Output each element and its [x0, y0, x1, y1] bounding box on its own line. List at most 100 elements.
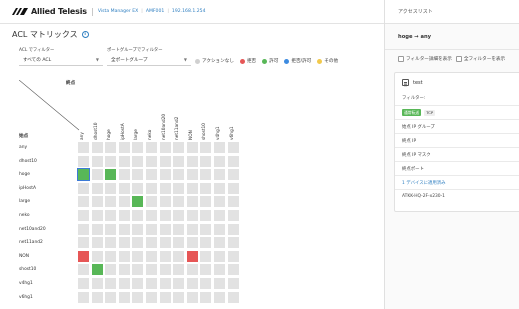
breadcrumb-product[interactable]: Vista Manager EX — [98, 9, 138, 14]
matrix-cell[interactable] — [185, 249, 199, 263]
matrix-cell[interactable] — [172, 168, 186, 182]
matrix-cell[interactable] — [158, 277, 172, 290]
matrix-cell[interactable] — [213, 141, 226, 154]
matrix-cell[interactable] — [226, 249, 240, 263]
matrix-cell[interactable] — [117, 263, 131, 277]
matrix-cell[interactable] — [185, 141, 199, 154]
matrix-cell[interactable] — [158, 263, 172, 277]
matrix-cell[interactable] — [131, 168, 145, 182]
matrix-cell[interactable] — [131, 141, 145, 154]
matrix-cell[interactable] — [104, 277, 118, 290]
matrix-cell[interactable] — [104, 263, 118, 277]
matrix-cell[interactable] — [158, 209, 172, 222]
matrix-cell[interactable] — [172, 290, 186, 304]
matrix-cell[interactable] — [213, 236, 226, 250]
breadcrumb-device[interactable]: AMF001 — [146, 9, 165, 14]
matrix-cell[interactable] — [158, 195, 172, 209]
matrix-cell[interactable] — [226, 195, 240, 209]
matrix-cell[interactable] — [104, 154, 118, 168]
matrix-cell[interactable] — [158, 181, 172, 195]
matrix-cell[interactable] — [131, 263, 145, 277]
matrix-cell[interactable] — [131, 195, 145, 209]
matrix-cell[interactable] — [185, 222, 199, 236]
acl-filter-select[interactable]: すべての ACL ▼ — [19, 54, 103, 66]
matrix-cell[interactable] — [104, 249, 118, 263]
matrix-cell[interactable] — [77, 277, 90, 290]
matrix-cell[interactable] — [131, 249, 145, 263]
matrix-cell[interactable] — [199, 154, 213, 168]
matrix-cell[interactable] — [117, 195, 131, 209]
matrix-cell[interactable] — [90, 209, 104, 222]
matrix-cell[interactable] — [172, 222, 186, 236]
matrix-cell[interactable] — [172, 181, 186, 195]
matrix-cell[interactable] — [226, 181, 240, 195]
matrix-cell[interactable] — [185, 154, 199, 168]
matrix-cell[interactable] — [158, 290, 172, 304]
matrix-cell[interactable] — [199, 168, 213, 182]
matrix-cell[interactable] — [213, 277, 226, 290]
matrix-cell[interactable] — [199, 249, 213, 263]
matrix-cell[interactable] — [117, 141, 131, 154]
matrix-cell[interactable] — [77, 168, 90, 182]
show-filter-detail-checkbox[interactable] — [398, 56, 404, 62]
matrix-cell[interactable] — [117, 168, 131, 182]
matrix-cell[interactable] — [199, 290, 213, 304]
matrix-cell[interactable] — [90, 263, 104, 277]
applied-devices-link[interactable]: 1 デバイスに適用済み — [395, 175, 519, 189]
matrix-cell[interactable] — [104, 209, 118, 222]
matrix-cell[interactable] — [213, 290, 226, 304]
port-group-filter-select[interactable]: 全ポートグループ ▼ — [107, 54, 191, 66]
matrix-cell[interactable] — [117, 154, 131, 168]
matrix-cell[interactable] — [90, 141, 104, 154]
matrix-cell[interactable] — [90, 290, 104, 304]
matrix-cell[interactable] — [145, 222, 158, 236]
matrix-cell[interactable] — [185, 277, 199, 290]
matrix-cell[interactable] — [226, 168, 240, 182]
matrix-cell[interactable] — [77, 263, 90, 277]
matrix-cell[interactable] — [77, 290, 90, 304]
matrix-cell[interactable] — [90, 181, 104, 195]
matrix-cell[interactable] — [213, 263, 226, 277]
matrix-cell[interactable] — [172, 277, 186, 290]
matrix-cell[interactable] — [199, 209, 213, 222]
matrix-cell[interactable] — [158, 141, 172, 154]
matrix-cell[interactable] — [172, 141, 186, 154]
matrix-cell[interactable] — [90, 154, 104, 168]
matrix-cell[interactable] — [226, 154, 240, 168]
matrix-cell[interactable] — [158, 168, 172, 182]
matrix-cell[interactable] — [158, 222, 172, 236]
matrix-cell[interactable] — [117, 222, 131, 236]
matrix-cell[interactable] — [104, 181, 118, 195]
matrix-cell[interactable] — [172, 249, 186, 263]
matrix-cell[interactable] — [131, 236, 145, 250]
matrix-cell[interactable] — [226, 141, 240, 154]
matrix-cell[interactable] — [199, 195, 213, 209]
matrix-cell[interactable] — [131, 181, 145, 195]
matrix-cell[interactable] — [213, 209, 226, 222]
matrix-cell[interactable] — [145, 168, 158, 182]
matrix-cell[interactable] — [199, 222, 213, 236]
matrix-cell[interactable] — [172, 195, 186, 209]
matrix-cell[interactable] — [131, 277, 145, 290]
matrix-cell[interactable] — [199, 263, 213, 277]
matrix-cell[interactable] — [145, 249, 158, 263]
matrix-cell[interactable] — [77, 209, 90, 222]
matrix-cell[interactable] — [226, 222, 240, 236]
matrix-cell[interactable] — [213, 181, 226, 195]
matrix-cell[interactable] — [158, 236, 172, 250]
matrix-cell[interactable] — [77, 249, 90, 263]
matrix-cell[interactable] — [104, 168, 118, 182]
breadcrumb-ip[interactable]: 192.168.1.254 — [172, 9, 206, 14]
matrix-cell[interactable] — [145, 209, 158, 222]
matrix-cell[interactable] — [145, 141, 158, 154]
matrix-cell[interactable] — [145, 263, 158, 277]
matrix-cell[interactable] — [90, 222, 104, 236]
matrix-cell[interactable] — [172, 263, 186, 277]
matrix-cell[interactable] — [199, 181, 213, 195]
matrix-cell[interactable] — [226, 263, 240, 277]
matrix-cell[interactable] — [104, 236, 118, 250]
matrix-cell[interactable] — [90, 236, 104, 250]
matrix-cell[interactable] — [185, 181, 199, 195]
matrix-cell[interactable] — [199, 141, 213, 154]
matrix-cell[interactable] — [199, 236, 213, 250]
